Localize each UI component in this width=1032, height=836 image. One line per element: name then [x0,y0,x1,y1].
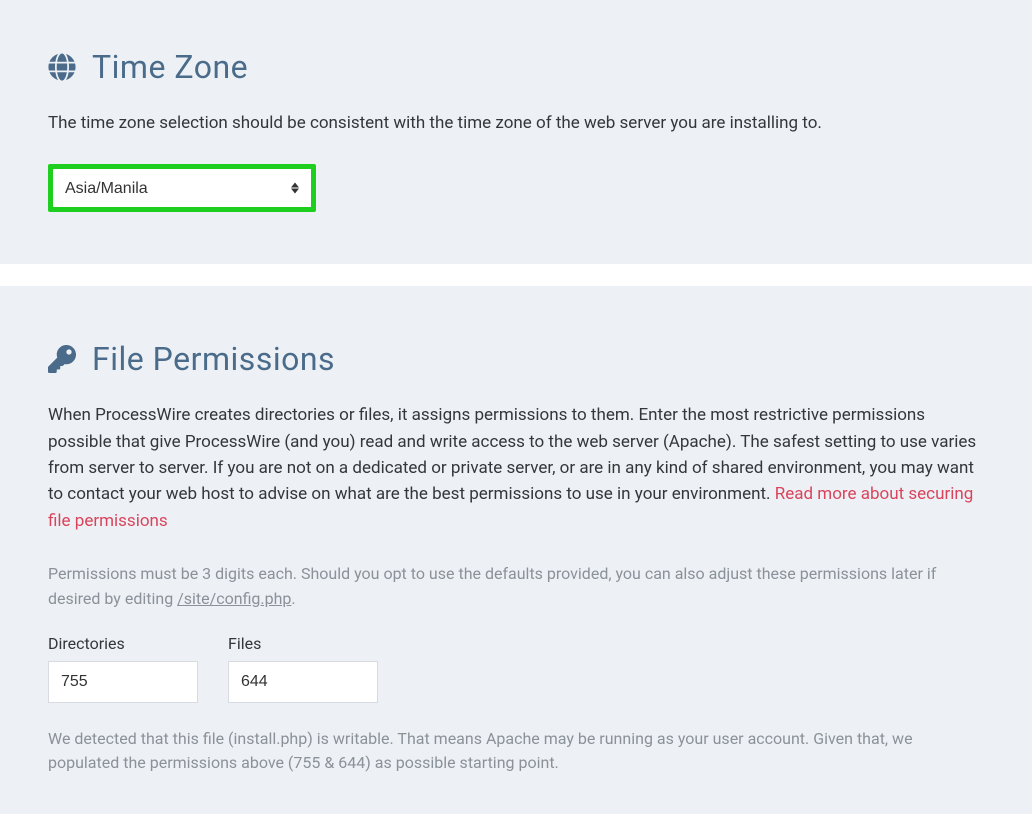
permissions-detect-note: We detected that this file (install.php)… [48,727,984,777]
directories-field-group: Directories [48,634,198,703]
permissions-heading: File Permissions [48,340,984,378]
timezone-panel: Time Zone The time zone selection should… [0,0,1032,264]
files-field-group: Files [228,634,378,703]
key-icon [48,345,76,373]
timezone-heading: Time Zone [48,48,984,86]
files-input[interactable] [228,661,378,703]
timezone-select-wrapper: Asia/Manila [55,171,309,205]
globe-icon [48,53,76,81]
permissions-title: File Permissions [92,340,335,378]
timezone-select[interactable]: Asia/Manila [65,180,299,197]
timezone-select-highlight: Asia/Manila [48,164,316,212]
permissions-panel: File Permissions When ProcessWire create… [0,286,1032,814]
config-path: /site/config.php [177,589,291,608]
permissions-note: Permissions must be 3 digits each. Shoul… [48,562,984,612]
directories-label: Directories [48,634,198,653]
timezone-description: The time zone selection should be consis… [48,110,984,136]
directories-input[interactable] [48,661,198,703]
permissions-note-text2: . [291,589,295,608]
permissions-description: When ProcessWire creates directories or … [48,402,984,534]
permissions-fields: Directories Files [48,634,984,703]
files-label: Files [228,634,378,653]
timezone-title: Time Zone [92,48,248,86]
